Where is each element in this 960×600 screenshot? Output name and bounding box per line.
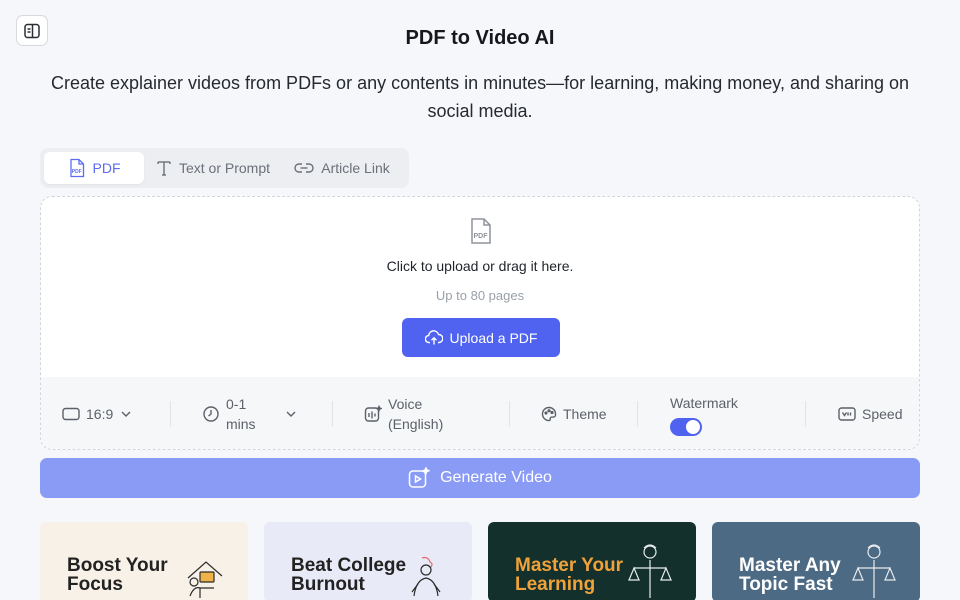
aspect-ratio-icon [62, 407, 80, 421]
speed-icon [838, 407, 856, 421]
svg-text:PDF: PDF [474, 233, 489, 240]
clock-icon [203, 406, 219, 422]
duration-select[interactable]: 0-1 mins [202, 377, 332, 449]
tab-text-label: Text or Prompt [178, 160, 271, 176]
upload-instruction: Click to upload or drag it here. [386, 258, 574, 274]
options-divider [509, 401, 510, 427]
options-divider [170, 401, 171, 427]
pdf-file-icon: PDF [69, 158, 84, 178]
template-card[interactable]: Boost Your Focus [40, 522, 248, 600]
link-icon [294, 163, 314, 173]
tab-article-label: Article Link [321, 160, 390, 176]
voice-value: Voice (English) [388, 396, 444, 432]
svg-text:PDF: PDF [71, 169, 81, 175]
options-divider [805, 401, 806, 427]
upload-dropzone[interactable]: PDF Click to upload or drag it here. Up … [40, 196, 920, 450]
video-options-bar: 16:9 0-1 mins Voice (English) Theme Waterm… [41, 377, 919, 449]
person-laptop-illustration [187, 561, 223, 598]
duration-value: 0-1 mins [226, 396, 256, 432]
options-divider [332, 401, 333, 427]
upload-pdf-button[interactable]: Upload a PDF [402, 318, 560, 357]
chevron-down-icon [121, 411, 131, 417]
palette-icon [541, 406, 557, 422]
watermark-label: Watermark [670, 394, 738, 411]
chevron-down-icon [286, 411, 296, 417]
aspect-ratio-value: 16:9 [86, 406, 114, 422]
watermark-setting: Watermark [670, 377, 805, 449]
tab-pdf[interactable]: PDF PDF [44, 152, 144, 184]
template-card[interactable]: Master Any Topic Fast [712, 522, 920, 600]
upload-pdf-button-label: Upload a PDF [449, 329, 538, 346]
text-icon [157, 161, 171, 176]
template-card-title: Master Any Topic Fast [739, 555, 841, 595]
speed-label: Speed [862, 406, 903, 422]
video-sparkle-icon [408, 467, 431, 488]
page-title: PDF to Video AI [405, 27, 555, 49]
template-card-title: Master Your Learning [515, 555, 624, 595]
source-tabs: PDF PDF Text or Prompt Article Link [40, 148, 409, 188]
generate-video-label: Generate Video [440, 469, 552, 486]
stressed-student-illustration [411, 556, 441, 597]
template-gallery: Boost Your Focus Beat College Burnout Mast… [40, 522, 920, 600]
tab-pdf-label: PDF [92, 160, 121, 176]
aspect-ratio-select[interactable]: 16:9 [62, 377, 170, 449]
voice-icon [364, 405, 382, 422]
tab-article-link[interactable]: Article Link [282, 152, 402, 184]
page-subtitle: Create explainer videos from PDFs or any… [50, 73, 910, 121]
template-card[interactable]: Beat College Burnout [264, 522, 472, 600]
generate-video-button[interactable]: Generate Video [40, 458, 920, 498]
theme-select[interactable]: Theme [541, 377, 637, 449]
pdf-upload-icon: PDF [471, 218, 491, 244]
watermark-toggle[interactable] [670, 417, 702, 436]
balance-scale-figure-illustration [628, 544, 672, 598]
options-divider [637, 401, 638, 427]
cloud-upload-icon [424, 329, 443, 344]
theme-label: Theme [563, 406, 607, 422]
upload-limit: Up to 80 pages [435, 288, 525, 303]
balance-scale-figure-illustration [852, 544, 896, 598]
speed-select[interactable]: Speed [838, 377, 918, 449]
tab-text-or-prompt[interactable]: Text or Prompt [148, 152, 278, 184]
voice-select[interactable]: Voice (English) [364, 377, 509, 449]
template-card[interactable]: Master Your Learning [488, 522, 696, 600]
template-card-title: Beat College Burnout [291, 555, 407, 595]
template-card-title: Boost Your Focus [67, 555, 168, 595]
